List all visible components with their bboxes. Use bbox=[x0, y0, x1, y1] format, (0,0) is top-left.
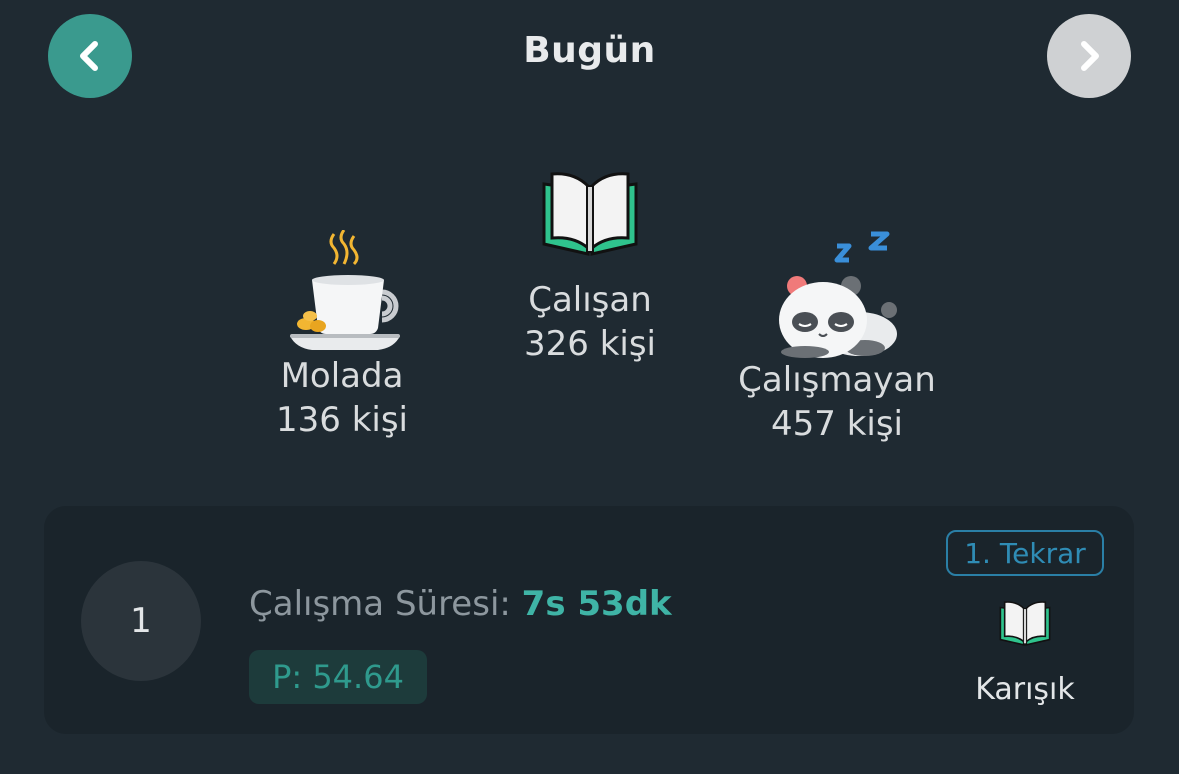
rank-badge: 1 bbox=[81, 561, 201, 681]
working-label: Çalışan bbox=[528, 280, 652, 320]
duration-value: 7s 53dk bbox=[521, 584, 672, 624]
idle-count: 457 kişi bbox=[771, 404, 903, 444]
break-count: 136 kişi bbox=[276, 400, 408, 440]
duration-label: Çalışma Süresi: bbox=[249, 584, 511, 624]
open-book-icon bbox=[542, 172, 638, 256]
page-title: Bugün bbox=[523, 30, 656, 71]
repeat-badge: 1. Tekrar bbox=[946, 530, 1104, 576]
ranking-card[interactable]: 1 Çalışma Süresi: 7s 53dk P: 54.64 1. Te… bbox=[44, 506, 1134, 734]
break-stat: Molada 136 kişi bbox=[232, 230, 452, 442]
open-book-icon bbox=[999, 601, 1051, 646]
coffee-cup-icon bbox=[290, 230, 400, 350]
working-count: 326 kişi bbox=[524, 324, 656, 364]
points-badge: P: 54.64 bbox=[249, 650, 427, 704]
idle-stat: Çalışmayan 457 kişi bbox=[720, 228, 954, 446]
working-stat: Çalışan 326 kişi bbox=[480, 170, 700, 366]
screen: Bugün Molada 136 kişi Çalışan 326 kişi Ç… bbox=[0, 0, 1179, 774]
study-duration: Çalışma Süresi: 7s 53dk bbox=[249, 584, 672, 624]
next-day-button[interactable] bbox=[1047, 14, 1131, 98]
chevron-right-icon bbox=[1081, 41, 1099, 71]
break-label: Molada bbox=[280, 356, 404, 396]
sleeping-panda-icon bbox=[779, 231, 897, 358]
idle-label: Çalışmayan bbox=[738, 360, 936, 400]
mode-label: Karışık bbox=[975, 672, 1075, 707]
